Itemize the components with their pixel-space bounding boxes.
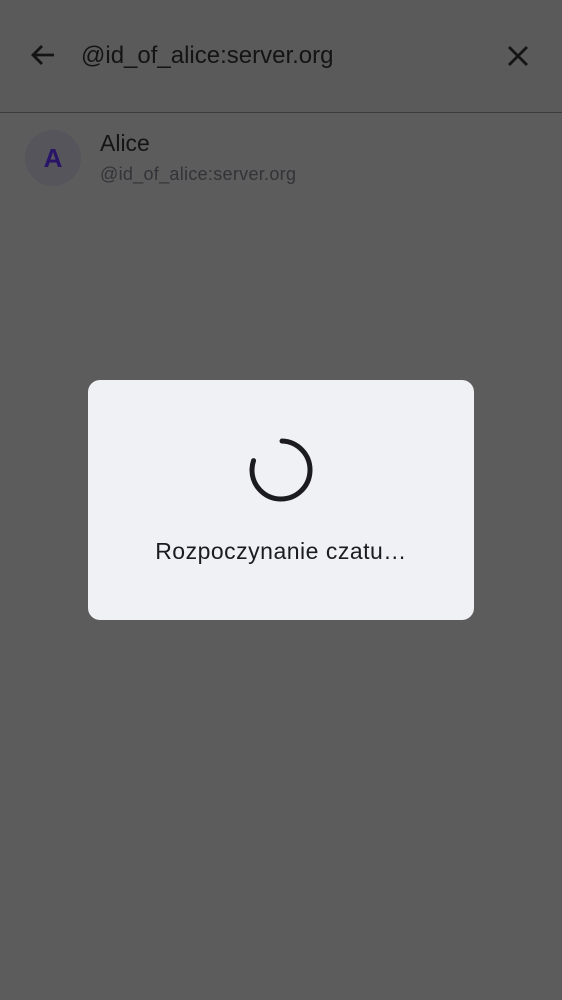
list-item[interactable]: A Alice @id_of_alice:server.org <box>0 116 562 200</box>
loading-spinner-icon <box>244 436 318 510</box>
avatar: A <box>25 130 81 186</box>
loading-message: Rozpoczynanie czatu… <box>155 538 407 564</box>
back-arrow-icon[interactable] <box>28 40 58 70</box>
search-bar: @id_of_alice:server.org <box>0 0 562 113</box>
search-input[interactable]: @id_of_alice:server.org <box>81 40 334 72</box>
user-name: Alice <box>100 130 150 156</box>
loading-dialog: Rozpoczynanie czatu… <box>88 380 474 620</box>
user-id: @id_of_alice:server.org <box>100 164 297 184</box>
close-icon[interactable] <box>504 42 532 70</box>
